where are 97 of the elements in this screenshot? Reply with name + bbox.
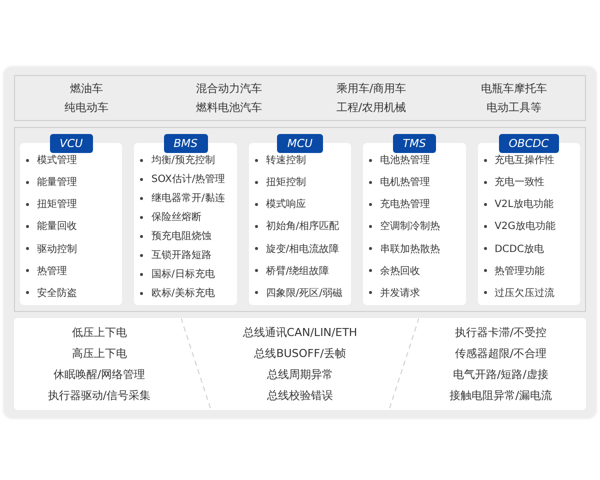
bullet-icon	[369, 247, 372, 250]
bullet-icon	[140, 292, 144, 294]
bullet-icon	[369, 158, 372, 162]
module-tag: VCU	[50, 134, 93, 153]
feature-text: 初始角/相序匹配	[266, 220, 340, 234]
bullet-icon	[26, 269, 29, 272]
feature-text: 欧标/美标充电	[151, 286, 215, 300]
test-item-text: 执行器驱动/信号采集	[48, 388, 151, 404]
vehicle-type-label: 混合动力汽车	[196, 81, 262, 96]
feature-text: 电池热管理	[380, 154, 430, 167]
vehicle-type-label: 燃料电池汽车	[196, 100, 262, 115]
feature-text: 国标/日标充电	[151, 268, 215, 281]
bullet-icon	[254, 269, 258, 272]
bullet-icon	[254, 158, 258, 162]
feature-text: V2G放电功能	[494, 220, 556, 234]
bullet-icon	[26, 180, 29, 184]
bullet-icon	[254, 224, 258, 228]
feature-text: 互锁开路短路	[151, 249, 212, 262]
bullet-icon	[369, 180, 372, 184]
feature-text: DCDC放电	[494, 242, 544, 256]
test-item-text: 总线校验错误	[266, 388, 333, 404]
bullet-icon	[26, 291, 29, 294]
bullet-icon	[254, 247, 258, 250]
feature-text: 能量管理	[37, 176, 77, 190]
feature-text: 充电热管理	[380, 198, 430, 212]
feature-text: 扭矩控制	[266, 176, 306, 190]
feature-text: 扭矩管理	[37, 198, 77, 212]
feature-text: SOX估计/热管理	[151, 172, 226, 186]
feature-text: 热管理	[37, 264, 67, 278]
vehicle-type-label: 燃油车	[70, 81, 103, 96]
module-tag: BMS	[164, 134, 208, 153]
vehicle-type-label: 乘用车/商用车	[336, 81, 406, 96]
bullet-icon	[484, 180, 487, 184]
test-item-text: 传感器超限/不合理	[454, 346, 547, 362]
feature-text: 能量回收	[37, 220, 77, 234]
bullet-icon	[254, 202, 258, 206]
bullet-icon	[26, 202, 29, 206]
bullet-icon	[140, 158, 144, 162]
bullet-icon	[484, 158, 487, 162]
vehicle-type-label: 电瓶车摩托车	[480, 81, 547, 96]
bullet-icon	[140, 216, 144, 218]
test-item-text: 接触电阻异常/漏电流	[449, 388, 552, 404]
bullet-icon	[369, 202, 372, 206]
bullet-icon	[254, 291, 258, 294]
feature-text: 热管理功能	[494, 264, 545, 278]
bullet-icon	[140, 178, 144, 180]
feature-text: 电机热管理	[380, 176, 430, 190]
vehicle-type-label: 工程/农用机械	[336, 100, 406, 115]
feature-text: 余热回收	[380, 264, 420, 278]
bullet-icon	[26, 224, 29, 228]
test-item-text: 电气开路/短路/虚接	[452, 367, 548, 383]
feature-text: 驱动控制	[37, 242, 77, 256]
feature-text: 继电器常开/黏连	[151, 192, 225, 205]
module-tag: TMS	[392, 134, 436, 153]
feature-text: 桥臂/绕组故障	[266, 264, 330, 278]
feature-text: 充电互操作性	[494, 154, 555, 167]
bullet-icon	[369, 269, 372, 272]
bullet-icon	[140, 234, 144, 238]
test-item-text: 休眠唤醒/网络管理	[53, 367, 146, 383]
bullet-icon	[26, 158, 29, 162]
vehicle-type-label: 电动工具等	[486, 100, 542, 115]
bullet-icon	[140, 196, 144, 200]
test-item-text: 高压上下电	[72, 346, 127, 362]
bullet-icon	[369, 224, 372, 228]
bullet-icon	[369, 291, 372, 294]
feature-text: 预充电阻烧蚀	[151, 230, 212, 243]
bullet-icon	[254, 180, 258, 184]
bullet-icon	[484, 291, 487, 294]
feature-text: 旋变/相电流故障	[266, 242, 340, 256]
feature-text: 转速控制	[266, 154, 306, 167]
vehicle-type-label: 纯电动车	[64, 100, 108, 115]
test-item-text: 低压上下电	[72, 325, 127, 341]
feature-text: 空调制冷制热	[380, 220, 440, 234]
feature-text: 保险丝熔断	[151, 210, 202, 224]
test-item-text: 总线通讯CAN/LIN/ETH	[242, 325, 358, 341]
feature-text: 充电一致性	[494, 176, 545, 190]
feature-text: 安全防盗	[37, 286, 77, 300]
feature-text: 并发请求	[380, 286, 420, 300]
bullet-icon	[140, 254, 144, 256]
test-item-text: 总线周期异常	[266, 367, 333, 383]
feature-text: 四象限/死区/弱磁	[266, 286, 343, 300]
module-tag: MCU	[277, 134, 323, 153]
bullet-icon	[484, 202, 487, 206]
bullet-icon	[484, 269, 487, 272]
module-tag: OBCDC	[498, 134, 559, 153]
feature-text: 模式响应	[266, 198, 306, 212]
feature-text: 均衡/预充控制	[151, 154, 215, 167]
feature-text: 模式管理	[37, 154, 77, 167]
bullet-icon	[140, 272, 144, 276]
test-item-text: 总线BUSOFF/丢帧	[254, 346, 346, 362]
test-item-text: 执行器卡滞/不受控	[454, 325, 547, 341]
feature-text: 过压欠压过流	[494, 286, 555, 300]
bullet-icon	[484, 247, 487, 250]
feature-text: V2L放电功能	[494, 198, 554, 212]
bullet-icon	[26, 247, 29, 250]
feature-text: 串联加热散热	[380, 242, 440, 256]
bullet-icon	[484, 224, 487, 228]
